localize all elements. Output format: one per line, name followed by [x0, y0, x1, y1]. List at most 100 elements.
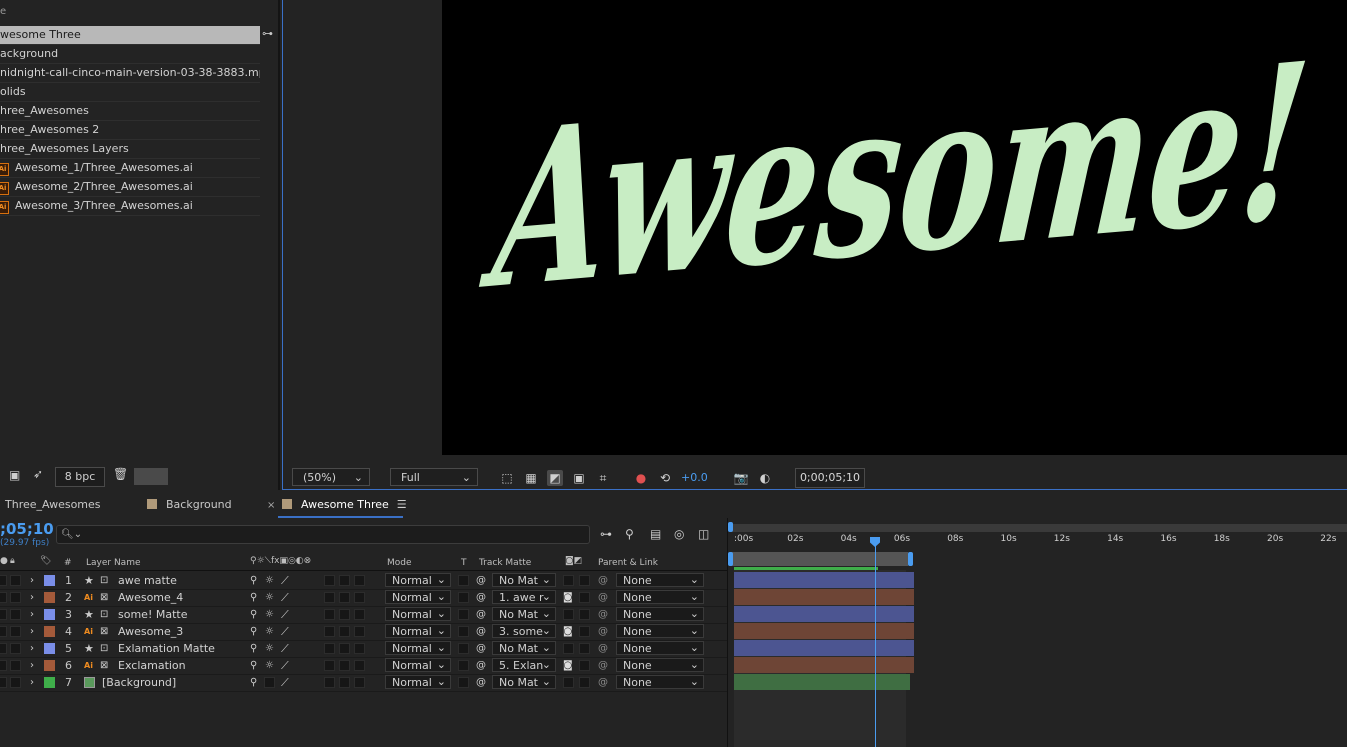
- 3d-switch[interactable]: [354, 643, 365, 654]
- preserve-transparency-switch[interactable]: [458, 626, 469, 637]
- parent-dropdown[interactable]: None ⌄: [616, 624, 704, 638]
- project-item[interactable]: Ai Awesome_1/Three_Awesomes.ai: [0, 159, 260, 178]
- preserve-transparency-switch[interactable]: [458, 677, 469, 688]
- tab-background[interactable]: Background: [147, 498, 232, 511]
- lock-switch[interactable]: [10, 660, 21, 671]
- preserve-transparency-switch[interactable]: [458, 609, 469, 620]
- continuous-rasterize-icon[interactable]: ☼: [265, 606, 274, 623]
- quality-switch-icon[interactable]: ⟋: [281, 606, 289, 623]
- collapse-transform-icon[interactable]: ⊠: [100, 589, 108, 606]
- continuous-rasterize-icon[interactable]: ☼: [265, 657, 274, 674]
- video-switch[interactable]: [0, 575, 7, 586]
- 3d-switch[interactable]: [354, 626, 365, 637]
- layer-duration-bar[interactable]: [734, 640, 914, 656]
- invert-matte-switch[interactable]: [579, 677, 590, 688]
- parent-pickwhip-icon[interactable]: @: [598, 572, 608, 589]
- lock-switch[interactable]: [10, 575, 21, 586]
- matte-pickwhip-icon[interactable]: @: [476, 674, 486, 691]
- shy-switch-icon[interactable]: ⚲: [250, 674, 257, 691]
- layer-duration-bar[interactable]: [734, 589, 914, 605]
- parent-pickwhip-icon[interactable]: @: [598, 589, 608, 606]
- exposure-value[interactable]: +0.0: [681, 471, 708, 484]
- resolution-dropdown[interactable]: Full ⌄: [390, 468, 478, 486]
- motion-blur-icon[interactable]: ◎: [674, 527, 684, 541]
- layer-name[interactable]: awe matte: [118, 572, 177, 589]
- track-matte-dropdown[interactable]: 3. some ⌄: [492, 624, 556, 638]
- frame-blending-icon[interactable]: ▤: [650, 527, 661, 541]
- render-queue-icon[interactable]: ➶: [33, 467, 43, 481]
- label-color[interactable]: [44, 660, 55, 671]
- parent-pickwhip-icon[interactable]: @: [598, 640, 608, 657]
- label-color[interactable]: [44, 643, 55, 654]
- matte-pickwhip-icon[interactable]: @: [476, 606, 486, 623]
- invert-matte-switch[interactable]: [579, 609, 590, 620]
- track-matte-dropdown[interactable]: 1. awe r ⌄: [492, 590, 556, 604]
- collapse-transform-icon[interactable]: ⊠: [100, 657, 108, 674]
- matte-pickwhip-icon[interactable]: @: [476, 589, 486, 606]
- label-color[interactable]: [44, 677, 55, 688]
- channel-rgb-icon[interactable]: ●: [633, 470, 649, 486]
- quality-switch-icon[interactable]: ⟋: [281, 623, 289, 640]
- preserve-transparency-switch[interactable]: [458, 592, 469, 603]
- motion-blur-switch[interactable]: [324, 677, 335, 688]
- shy-switch-icon[interactable]: ⚲: [250, 572, 257, 589]
- lock-switch[interactable]: [10, 643, 21, 654]
- adjustment-switch[interactable]: [339, 592, 350, 603]
- alpha-matte-icon[interactable]: ◙: [563, 657, 573, 674]
- fast-previews-icon[interactable]: ⬚: [499, 470, 515, 486]
- snapshot-icon[interactable]: 📷: [733, 470, 749, 486]
- motion-blur-switch[interactable]: [324, 592, 335, 603]
- mode-dropdown[interactable]: Normal ⌄: [385, 624, 451, 638]
- track-matte-dropdown[interactable]: No Mat ⌄: [492, 573, 556, 587]
- mode-dropdown[interactable]: Normal ⌄: [385, 641, 451, 655]
- matte-pickwhip-icon[interactable]: @: [476, 572, 486, 589]
- close-tab-icon[interactable]: ×: [267, 500, 275, 511]
- matte-switch[interactable]: [563, 609, 574, 620]
- alpha-matte-icon[interactable]: ◙: [563, 589, 573, 606]
- mode-dropdown[interactable]: Normal ⌄: [385, 658, 451, 672]
- region-of-interest-icon[interactable]: ▣: [571, 470, 587, 486]
- quality-switch-icon[interactable]: ⟋: [281, 589, 289, 606]
- lock-switch[interactable]: [10, 609, 21, 620]
- invert-matte-switch[interactable]: [579, 575, 590, 586]
- continuous-rasterize-icon[interactable]: ☼: [265, 589, 274, 606]
- project-item[interactable]: ackground: [0, 45, 260, 64]
- switch-box[interactable]: [264, 677, 275, 688]
- layer-name[interactable]: Exlamation Matte: [118, 640, 215, 657]
- layer-row[interactable]: › 5 ★ ⊡ Exlamation Matte ⚲ ☼ ⟋ Normal ⌄ @…: [0, 640, 727, 658]
- grid-guides-icon[interactable]: ⌗: [595, 470, 611, 486]
- project-item[interactable]: nidnight-call-cinco-main-version-03-38-3…: [0, 64, 260, 83]
- expand-arrow-icon[interactable]: ›: [30, 657, 34, 674]
- continuous-rasterize-icon[interactable]: ☼: [265, 572, 274, 589]
- label-color[interactable]: [44, 592, 55, 603]
- parent-dropdown[interactable]: None ⌄: [616, 590, 704, 604]
- track-matte-dropdown[interactable]: No Mat ⌄: [492, 641, 556, 655]
- layer-name[interactable]: Awesome_4: [118, 589, 183, 606]
- project-item[interactable]: Ai Awesome_3/Three_Awesomes.ai: [0, 197, 260, 216]
- 3d-switch[interactable]: [354, 592, 365, 603]
- layer-name[interactable]: [Background]: [102, 674, 176, 691]
- lock-switch[interactable]: [10, 677, 21, 688]
- quality-switch-icon[interactable]: ⟋: [281, 674, 289, 691]
- video-switch[interactable]: [0, 643, 7, 654]
- parent-pickwhip-icon[interactable]: @: [598, 674, 608, 691]
- parent-pickwhip-icon[interactable]: @: [598, 657, 608, 674]
- expand-arrow-icon[interactable]: ›: [30, 623, 34, 640]
- project-item[interactable]: wesome Three: [0, 26, 260, 45]
- label-color[interactable]: [44, 609, 55, 620]
- mode-dropdown[interactable]: Normal ⌄: [385, 607, 451, 621]
- mask-visibility-icon[interactable]: ◩: [547, 470, 563, 486]
- parent-pickwhip-icon[interactable]: @: [598, 623, 608, 640]
- continuous-rasterize-icon[interactable]: ☼: [265, 640, 274, 657]
- layer-name[interactable]: Exclamation: [118, 657, 186, 674]
- adjustment-switch[interactable]: [339, 575, 350, 586]
- trash-icon[interactable]: 🗑: [113, 467, 128, 481]
- matte-pickwhip-icon[interactable]: @: [476, 623, 486, 640]
- 3d-switch[interactable]: [354, 660, 365, 671]
- matte-switch[interactable]: [563, 677, 574, 688]
- continuous-rasterize-icon[interactable]: ☼: [265, 623, 274, 640]
- reset-exposure-icon[interactable]: ⟲: [657, 470, 673, 486]
- work-area-navigator[interactable]: [730, 524, 1347, 532]
- expand-arrow-icon[interactable]: ›: [30, 606, 34, 623]
- expand-arrow-icon[interactable]: ›: [30, 640, 34, 657]
